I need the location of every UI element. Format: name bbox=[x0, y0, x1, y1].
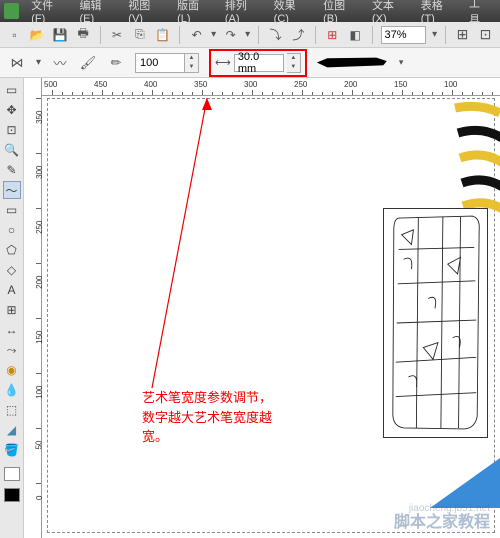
preset-icon[interactable]: ⋈ bbox=[8, 54, 26, 72]
workspace: ▭ ✥ ⊡ 🔍 ✎ 〜 ▭ ○ ⬠ ◇ A ⊞ ↔ ⤳ ◉ 💧 ⬚ ◢ 🪣 35… bbox=[0, 78, 500, 538]
zoom-tool[interactable]: 🔍 bbox=[3, 141, 21, 159]
fill-color-swatch[interactable] bbox=[4, 467, 20, 481]
vertical-ruler: 350300250200150100500 bbox=[24, 78, 42, 538]
table-tool[interactable]: ⊞ bbox=[3, 301, 21, 319]
separator bbox=[445, 26, 446, 44]
smoothing-input[interactable]: 100 bbox=[135, 53, 185, 73]
dimension-tool[interactable]: ↔ bbox=[3, 321, 21, 339]
menu-file[interactable]: 文件(F) bbox=[25, 0, 71, 27]
menu-edit[interactable]: 编辑(E) bbox=[73, 0, 120, 27]
property-bar: ⋈ ▾ 〰 🖌 ✏ 100 ▲▼ ⟷ 30.0 mm ▲▼ ▾ bbox=[0, 48, 500, 78]
width-spinner[interactable]: ▲▼ bbox=[287, 53, 301, 73]
menu-arrange[interactable]: 排列(A) bbox=[219, 0, 266, 27]
annotation-text: 艺术笔宽度参数调节， 数字越大艺术笔宽度越 宽。 bbox=[142, 388, 272, 447]
redo-button[interactable]: ↷ bbox=[222, 26, 239, 44]
canvas-area[interactable]: 500450400350300250200150100 bbox=[42, 78, 500, 538]
spray-icon[interactable]: ✏ bbox=[107, 54, 125, 72]
snap-button[interactable]: ⊞ bbox=[454, 26, 471, 44]
stroke-width-input[interactable]: 30.0 mm bbox=[234, 54, 284, 72]
toolbox: ▭ ✥ ⊡ 🔍 ✎ 〜 ▭ ○ ⬠ ◇ A ⊞ ↔ ⤳ ◉ 💧 ⬚ ◢ 🪣 bbox=[0, 78, 24, 538]
print-button[interactable]: 🖶 bbox=[75, 26, 92, 44]
polygon-tool[interactable]: ⬠ bbox=[3, 241, 21, 259]
zoom-level-input[interactable]: 37% bbox=[381, 26, 427, 44]
import-button[interactable]: ⤵ bbox=[267, 26, 284, 44]
brush-icon[interactable]: 🖌 bbox=[79, 54, 97, 72]
stroke-width-group: ⟷ 30.0 mm ▲▼ bbox=[209, 49, 307, 77]
menu-text[interactable]: 文本(X) bbox=[366, 0, 413, 27]
menu-table[interactable]: 表格(T) bbox=[415, 0, 461, 27]
outline-tool[interactable]: ⬚ bbox=[3, 401, 21, 419]
rectangle-tool[interactable]: ▭ bbox=[3, 201, 21, 219]
cut-button[interactable]: ✂ bbox=[109, 26, 126, 44]
fill-tool[interactable]: ◢ bbox=[3, 421, 21, 439]
annotation-line3: 宽。 bbox=[142, 427, 272, 447]
separator bbox=[258, 26, 259, 44]
freehand-icon[interactable]: 〰 bbox=[51, 54, 69, 72]
annotation-line1: 艺术笔宽度参数调节， bbox=[142, 388, 272, 408]
open-button[interactable]: 📂 bbox=[29, 26, 46, 44]
shape-tool[interactable]: ✥ bbox=[3, 101, 21, 119]
zoom-dropdown-icon[interactable]: ▾ bbox=[432, 29, 437, 40]
outline-color-swatch[interactable] bbox=[4, 488, 20, 502]
separator bbox=[179, 26, 180, 44]
options-button[interactable]: ⊡ bbox=[477, 26, 494, 44]
text-tool[interactable]: A bbox=[3, 281, 21, 299]
separator bbox=[315, 26, 316, 44]
basic-shapes-tool[interactable]: ◇ bbox=[3, 261, 21, 279]
ellipse-tool[interactable]: ○ bbox=[3, 221, 21, 239]
interactive-fill-tool[interactable]: 🪣 bbox=[3, 441, 21, 459]
pick-tool[interactable]: ▭ bbox=[3, 81, 21, 99]
freehand-tool[interactable]: ✎ bbox=[3, 161, 21, 179]
undo-button[interactable]: ↶ bbox=[188, 26, 205, 44]
dropdown-icon[interactable]: ▾ bbox=[36, 57, 41, 68]
horizontal-ruler: 500450400350300250200150100 bbox=[42, 78, 500, 96]
welcome-icon[interactable]: ◧ bbox=[347, 26, 364, 44]
separator bbox=[100, 26, 101, 44]
app-logo-icon bbox=[4, 3, 19, 19]
smoothing-spinner[interactable]: ▲▼ bbox=[185, 53, 199, 73]
copy-button[interactable]: ⎘ bbox=[131, 26, 148, 44]
brush-dropdown-icon[interactable]: ▾ bbox=[399, 57, 404, 68]
watermark-text: 脚本之家教程 bbox=[394, 508, 490, 532]
menu-layout[interactable]: 版面(L) bbox=[171, 0, 217, 27]
brush-stroke-preview[interactable] bbox=[317, 56, 387, 70]
paste-button[interactable]: 📋 bbox=[154, 26, 171, 44]
menu-effects[interactable]: 效果(C) bbox=[268, 0, 315, 27]
crop-tool[interactable]: ⊡ bbox=[3, 121, 21, 139]
interactive-tool[interactable]: ◉ bbox=[3, 361, 21, 379]
export-button[interactable]: ⤴ bbox=[290, 26, 307, 44]
artistic-media-tool[interactable]: 〜 bbox=[3, 181, 21, 199]
menu-view[interactable]: 视图(V) bbox=[122, 0, 169, 27]
undo-dropdown-icon[interactable]: ▾ bbox=[211, 29, 216, 40]
eyedropper-tool[interactable]: 💧 bbox=[3, 381, 21, 399]
yellow-brush-strokes bbox=[450, 98, 500, 218]
app-launcher-icon[interactable]: ⊞ bbox=[324, 26, 341, 44]
menu-bar: 文件(F) 编辑(E) 视图(V) 版面(L) 排列(A) 效果(C) 位图(B… bbox=[0, 0, 500, 22]
connector-tool[interactable]: ⤳ bbox=[3, 341, 21, 359]
redo-dropdown-icon[interactable]: ▾ bbox=[245, 29, 250, 40]
menu-bitmap[interactable]: 位图(B) bbox=[317, 0, 364, 27]
save-button[interactable]: 💾 bbox=[52, 26, 69, 44]
annotation-line2: 数字越大艺术笔宽度越 bbox=[142, 408, 272, 428]
separator bbox=[372, 26, 373, 44]
width-icon: ⟷ bbox=[215, 56, 231, 69]
new-button[interactable]: ▫ bbox=[6, 26, 23, 44]
sketch-drawing bbox=[383, 208, 488, 438]
